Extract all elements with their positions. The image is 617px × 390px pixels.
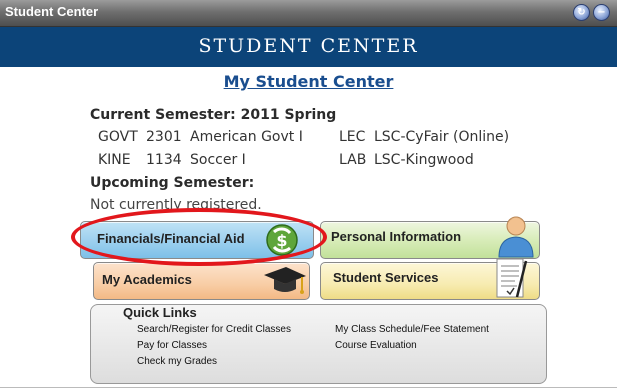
course-title: American Govt I: [190, 129, 303, 145]
course-subject: GOVT: [98, 129, 138, 145]
student-services-label: Student Services: [333, 270, 439, 285]
personal-information-tile[interactable]: Personal Information: [320, 216, 540, 259]
student-services-tile[interactable]: Student Services: [320, 258, 540, 300]
my-academics-label: My Academics: [102, 272, 192, 287]
course-subject: KINE: [98, 152, 131, 168]
pagelet-title: Student Center: [5, 4, 99, 19]
quick-link[interactable]: My Class Schedule/Fee Statement: [335, 324, 489, 335]
quick-link[interactable]: Check my Grades: [137, 356, 217, 367]
my-academics-tile[interactable]: My Academics: [93, 262, 310, 300]
course-number: 1134: [146, 152, 182, 168]
document-icon: [496, 258, 528, 298]
course-type: LEC: [339, 129, 366, 145]
course-type: LAB: [339, 152, 367, 168]
course-title: Soccer I: [190, 152, 246, 168]
upcoming-semester-label: Upcoming Semester:: [90, 175, 255, 191]
quick-link[interactable]: Search/Register for Credit Classes: [137, 324, 291, 335]
highlight-circle: [71, 208, 327, 266]
my-student-center-link[interactable]: My Student Center: [0, 72, 617, 91]
course-campus: LSC-Kingwood: [374, 152, 474, 168]
person-icon: [498, 216, 534, 258]
quick-links-panel: Quick Links Search/Register for Credit C…: [90, 304, 547, 384]
course-number: 2301: [146, 129, 182, 145]
pagelet-header: Student Center ↻ −: [0, 0, 617, 27]
quick-link[interactable]: Course Evaluation: [335, 340, 417, 351]
collapse-icon[interactable]: −: [593, 4, 610, 21]
quick-link[interactable]: Pay for Classes: [137, 340, 207, 351]
course-campus: LSC-CyFair (Online): [374, 129, 510, 145]
page-banner: STUDENT CENTER: [0, 27, 617, 67]
personal-information-label: Personal Information: [331, 229, 462, 244]
refresh-icon[interactable]: ↻: [573, 4, 590, 21]
quick-links-heading: Quick Links: [123, 305, 197, 320]
divider: [0, 387, 617, 388]
banner-title: STUDENT CENTER: [198, 35, 419, 57]
graduation-cap-icon: [264, 267, 306, 294]
current-semester-label: Current Semester: 2011 Spring: [90, 107, 337, 123]
